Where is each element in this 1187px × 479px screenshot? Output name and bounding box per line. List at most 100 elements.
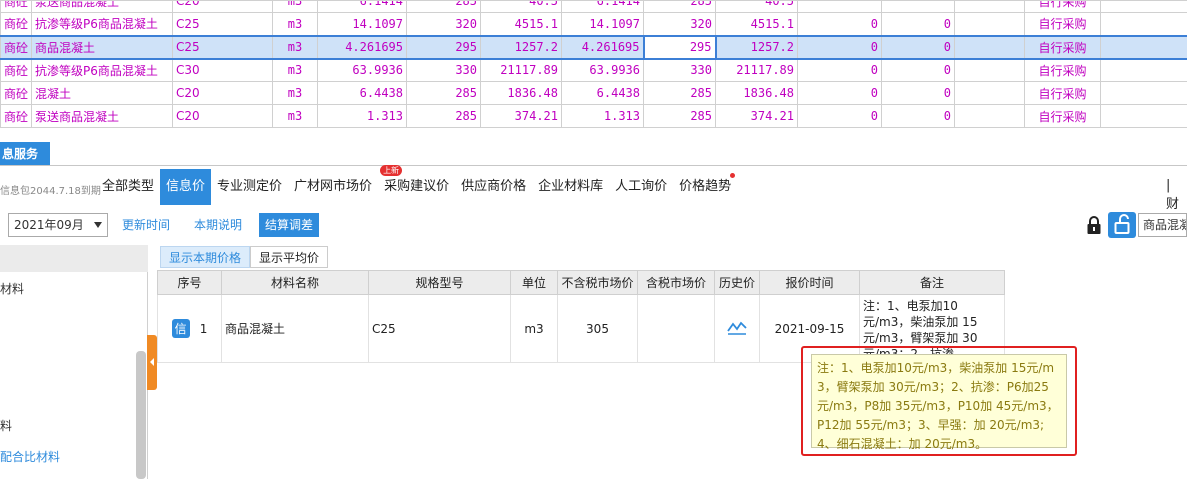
grid-cell-amount2[interactable]: 21117.89 — [715, 58, 798, 82]
grid-cell-z2[interactable]: 0 — [881, 81, 955, 105]
grid-cell-unit[interactable]: m3 — [272, 34, 318, 60]
grid-cell-price1[interactable]: 285 — [406, 81, 481, 105]
grid-cell-amount2[interactable]: 374.21 — [715, 104, 798, 128]
grid-cell-source[interactable]: 自行采购 — [1024, 34, 1101, 60]
grid-cell-blank[interactable] — [954, 104, 1025, 128]
grid-cell-amount2[interactable]: 4515.1 — [715, 12, 798, 36]
info-service-tab[interactable]: 息服务 — [0, 142, 50, 166]
grid-cell-price1[interactable]: 295 — [406, 34, 481, 60]
grid-cell-blank[interactable] — [954, 34, 1025, 60]
grid-cell-name[interactable]: 抗渗等级P6商品混凝土 — [31, 12, 173, 36]
grid-cell-blank[interactable] — [954, 58, 1025, 82]
column-header[interactable]: 备注 — [859, 270, 1005, 295]
grid-cell-amount2[interactable]: 1257.2 — [715, 34, 798, 60]
grid-cell-z2[interactable]: 0 — [881, 104, 955, 128]
grid-cell-amount2[interactable]: 1836.48 — [715, 81, 798, 105]
grid-cell-amount1[interactable]: 40.5 — [480, 0, 562, 13]
tree-item-material[interactable]: 材料 — [0, 280, 24, 297]
grid-cell-spec[interactable]: C20 — [172, 81, 273, 105]
collapse-handle[interactable] — [147, 335, 157, 390]
tab-0[interactable]: 全部类型 — [96, 169, 160, 205]
grid-cell-type[interactable]: 商砼 — [0, 12, 32, 36]
grid-cell-z2[interactable]: 0 — [881, 12, 955, 36]
grid-cell-qty1[interactable]: 1.313 — [317, 104, 407, 128]
tab-3[interactable]: 广材网市场价 — [288, 169, 378, 205]
grid-cell-source[interactable]: 自行采购 — [1024, 58, 1101, 82]
grid-cell-tail[interactable] — [1100, 34, 1187, 60]
grid-cell-amount1[interactable]: 21117.89 — [480, 58, 562, 82]
grid-cell-z1[interactable]: 0 — [797, 58, 882, 82]
grid-cell-spec[interactable]: C25 — [172, 34, 273, 60]
grid-cell-type[interactable]: 商砼 — [0, 81, 32, 105]
table-row[interactable]: 商砼 混凝土 C20 m3 6.4438 285 1836.48 6.4438 285 1836.… — [0, 81, 1187, 105]
tab-1[interactable]: 信息价 — [160, 169, 212, 205]
grid-cell-amount2[interactable]: 40.5 — [715, 0, 798, 13]
grid-cell-qty2[interactable]: 63.9936 — [561, 58, 644, 82]
period-note-button[interactable]: 本期说明 — [188, 213, 249, 237]
grid-cell-z1[interactable]: 0 — [797, 104, 882, 128]
material-search-field[interactable]: 商品混凝 — [1138, 213, 1187, 237]
grid-cell-qty1[interactable]: 4.261695 — [317, 34, 407, 60]
grid-cell-z2[interactable] — [881, 0, 955, 13]
period-select[interactable]: 2021年09月 — [8, 213, 108, 237]
grid-cell-price1[interactable]: 330 — [406, 58, 481, 82]
grid-cell-name[interactable]: 抗渗等级P6商品混凝土 — [31, 58, 173, 82]
grid-cell-source[interactable]: 自行采购 — [1024, 12, 1101, 36]
grid-cell-z1[interactable] — [797, 0, 882, 13]
tree-item-mix-ratio[interactable]: 配合比材料 — [0, 448, 60, 465]
grid-cell-price2[interactable]: 295 — [642, 34, 717, 60]
grid-cell-unit[interactable]: m3 — [272, 81, 318, 105]
grid-cell-amount1[interactable]: 1836.48 — [480, 81, 562, 105]
table-row[interactable]: 商砼 泵送商品混凝土 C20 m3 1.313 285 374.21 1.313 285 374.… — [0, 104, 1187, 128]
grid-cell-qty2[interactable]: 14.1097 — [561, 12, 644, 36]
tab-4[interactable]: 采购建议价 上新 — [378, 165, 455, 205]
grid-cell-tail[interactable] — [1100, 104, 1187, 128]
grid-cell-unit[interactable]: m3 — [272, 58, 318, 82]
grid-cell-blank[interactable] — [954, 12, 1025, 36]
grid-cell-qty2[interactable]: 6.1414 — [561, 0, 644, 13]
grid-cell-price2[interactable]: 285 — [643, 81, 716, 105]
tab-7[interactable]: 人工询价 — [609, 169, 673, 205]
grid-cell-qty2[interactable]: 4.261695 — [561, 34, 644, 60]
grid-cell-type[interactable]: 商砼 — [0, 0, 32, 13]
grid-cell-price1[interactable]: 320 — [406, 12, 481, 36]
grid-cell-type[interactable]: 商砼 — [0, 34, 32, 60]
grid-cell-tail[interactable] — [1100, 58, 1187, 82]
grid-cell-blank[interactable] — [954, 0, 1025, 13]
grid-cell-qty2[interactable]: 6.4438 — [561, 81, 644, 105]
grid-cell-z1[interactable]: 0 — [797, 12, 882, 36]
grid-cell-spec[interactable]: C25 — [172, 12, 273, 36]
grid-cell-amount1[interactable]: 374.21 — [480, 104, 562, 128]
grid-cell-tail[interactable] — [1100, 0, 1187, 13]
settle-adjust-button[interactable]: 结算调差 — [259, 213, 320, 237]
table-row[interactable]: 商砼 商品混凝土 C25 m3 4.261695 295 1257.2 4.261695 295… — [0, 34, 1187, 60]
column-header[interactable]: 含税市场价 — [637, 270, 715, 295]
grid-cell-unit[interactable]: m3 — [272, 104, 318, 128]
column-header[interactable]: 报价时间 — [759, 270, 860, 295]
tab-current-price[interactable]: 显示本期价格 — [160, 246, 251, 268]
tab-average-price[interactable]: 显示平均价 — [250, 246, 329, 268]
grid-cell-z1[interactable]: 0 — [797, 34, 882, 60]
grid-cell-amount1[interactable]: 4515.1 — [480, 12, 562, 36]
tab-5[interactable]: 供应商价格 — [455, 169, 532, 205]
grid-cell-type[interactable]: 商砼 — [0, 58, 32, 82]
grid-cell-spec[interactable]: C30 — [172, 58, 273, 82]
grid-cell-amount1[interactable]: 1257.2 — [480, 34, 562, 60]
grid-cell-source[interactable]: 自行采购 — [1024, 81, 1101, 105]
column-header[interactable]: 历史价 — [714, 270, 760, 295]
grid-cell-tail[interactable] — [1100, 12, 1187, 36]
grid-cell-qty2[interactable]: 1.313 — [561, 104, 644, 128]
grid-cell-unit[interactable]: m3 — [272, 0, 318, 13]
lock-icon[interactable] — [1086, 215, 1102, 235]
grid-cell-price2[interactable]: 330 — [643, 58, 716, 82]
grid-cell-z1[interactable]: 0 — [797, 81, 882, 105]
tab-2[interactable]: 专业测定价 — [211, 169, 288, 205]
grid-cell-unit[interactable]: m3 — [272, 12, 318, 36]
tab-8[interactable]: 价格趋势 — [673, 169, 737, 205]
grid-cell-name[interactable]: 泵送商品混凝土 — [31, 104, 173, 128]
grid-cell-source[interactable]: 自行采购 — [1024, 0, 1101, 13]
update-time-button[interactable]: 更新时间 — [116, 213, 177, 237]
grid-cell-price2[interactable]: 320 — [643, 12, 716, 36]
column-header[interactable]: 规格型号 — [368, 270, 511, 295]
column-header[interactable]: 材料名称 — [221, 270, 369, 295]
